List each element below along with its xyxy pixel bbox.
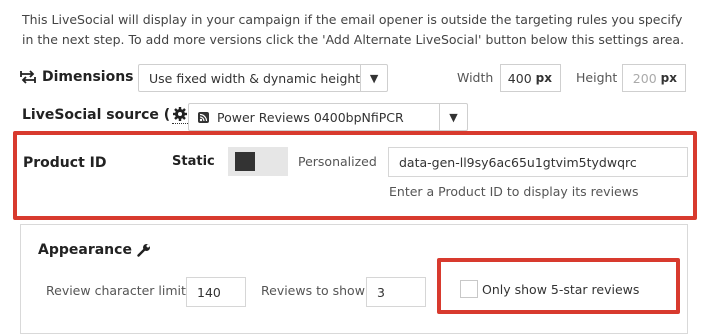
appearance-header: Appearance xyxy=(38,242,151,258)
height-unit: px xyxy=(660,71,677,85)
source-select-value: Power Reviews 0400bpNfiPCR xyxy=(217,109,404,125)
height-placeholder: 200 xyxy=(632,70,657,86)
product-id-label: Product ID xyxy=(23,155,107,171)
dimensions-icon xyxy=(20,70,36,84)
height-input[interactable]: 200 px xyxy=(622,64,686,92)
personalized-label: Personalized xyxy=(298,154,377,169)
product-id-input[interactable]: data-gen-ll9sy6ac65u1gtvim5tydwqrc xyxy=(388,147,688,177)
static-label: Static xyxy=(172,154,215,169)
chevron-down-icon: ▼ xyxy=(439,104,467,130)
product-id-help: Enter a Product ID to display its review… xyxy=(389,184,639,199)
dimensions-mode-select[interactable]: Use fixed width & dynamic height ▼ xyxy=(138,64,388,92)
dimensions-mode-value: Use fixed width & dynamic height xyxy=(149,70,361,86)
product-id-value: data-gen-ll9sy6ac65u1gtvim5tydwqrc xyxy=(399,154,637,170)
width-label: Width xyxy=(457,70,494,85)
chevron-down-icon: ▼ xyxy=(360,65,387,91)
char-limit-input[interactable]: 140 xyxy=(186,277,246,307)
dimensions-label: Dimensions xyxy=(42,69,134,85)
reviews-to-show-input[interactable]: 3 xyxy=(366,277,426,307)
appearance-title: Appearance xyxy=(38,242,132,258)
source-label-group: LiveSocial source ( ) xyxy=(22,104,199,126)
width-unit: px xyxy=(535,71,552,85)
dimensions-label-group: Dimensions xyxy=(20,66,134,88)
five-star-label: Only show 5-star reviews xyxy=(482,282,640,297)
reviews-to-show-label: Reviews to show xyxy=(261,283,365,298)
source-select[interactable]: Power Reviews 0400bpNfiPCR ▼ xyxy=(188,103,468,131)
rss-icon xyxy=(198,111,209,123)
width-input[interactable]: 400 px xyxy=(500,64,561,92)
toggle-knob xyxy=(235,152,255,171)
height-label: Height xyxy=(576,70,618,85)
width-value: 400 xyxy=(507,70,532,86)
five-star-checkbox[interactable] xyxy=(460,280,478,298)
char-limit-label: Review character limit xyxy=(46,283,186,298)
intro-text: This LiveSocial will display in your cam… xyxy=(22,12,685,47)
wrench-icon xyxy=(137,243,151,257)
static-personalized-toggle[interactable] xyxy=(228,147,288,176)
reviews-to-show-value: 3 xyxy=(377,284,385,300)
source-label-prefix: LiveSocial source ( xyxy=(22,107,171,123)
char-limit-value: 140 xyxy=(197,284,221,300)
